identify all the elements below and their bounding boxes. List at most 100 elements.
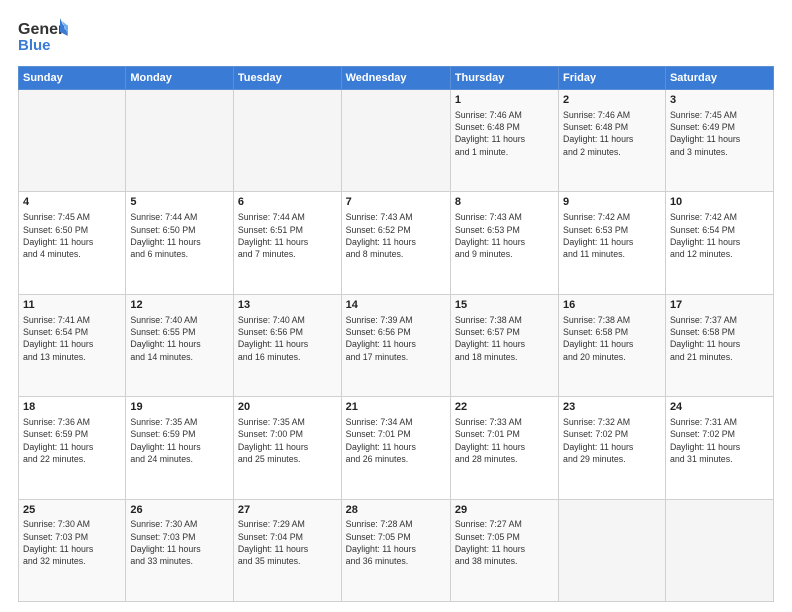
day-info: Sunrise: 7:40 AM Sunset: 6:55 PM Dayligh… [130,314,229,363]
calendar-cell: 2Sunrise: 7:46 AM Sunset: 6:48 PM Daylig… [559,90,666,192]
calendar-cell: 20Sunrise: 7:35 AM Sunset: 7:00 PM Dayli… [233,397,341,499]
col-header-tuesday: Tuesday [233,67,341,90]
calendar-cell: 26Sunrise: 7:30 AM Sunset: 7:03 PM Dayli… [126,499,234,601]
calendar-cell [341,90,450,192]
col-header-saturday: Saturday [665,67,773,90]
calendar-week-row: 18Sunrise: 7:36 AM Sunset: 6:59 PM Dayli… [19,397,774,499]
calendar-cell: 1Sunrise: 7:46 AM Sunset: 6:48 PM Daylig… [450,90,558,192]
calendar-cell: 3Sunrise: 7:45 AM Sunset: 6:49 PM Daylig… [665,90,773,192]
day-info: Sunrise: 7:43 AM Sunset: 6:52 PM Dayligh… [346,211,446,260]
calendar-cell [126,90,234,192]
calendar-cell: 9Sunrise: 7:42 AM Sunset: 6:53 PM Daylig… [559,192,666,294]
day-info: Sunrise: 7:39 AM Sunset: 6:56 PM Dayligh… [346,314,446,363]
day-number: 9 [563,195,661,210]
day-number: 5 [130,195,229,210]
day-info: Sunrise: 7:31 AM Sunset: 7:02 PM Dayligh… [670,416,769,465]
day-info: Sunrise: 7:45 AM Sunset: 6:49 PM Dayligh… [670,109,769,158]
day-number: 16 [563,298,661,313]
day-number: 23 [563,400,661,415]
day-number: 7 [346,195,446,210]
calendar-cell [559,499,666,601]
calendar-cell [233,90,341,192]
day-number: 2 [563,93,661,108]
calendar-cell: 24Sunrise: 7:31 AM Sunset: 7:02 PM Dayli… [665,397,773,499]
calendar-cell: 17Sunrise: 7:37 AM Sunset: 6:58 PM Dayli… [665,294,773,396]
calendar-cell: 10Sunrise: 7:42 AM Sunset: 6:54 PM Dayli… [665,192,773,294]
calendar-cell: 14Sunrise: 7:39 AM Sunset: 6:56 PM Dayli… [341,294,450,396]
calendar-cell: 19Sunrise: 7:35 AM Sunset: 6:59 PM Dayli… [126,397,234,499]
day-number: 24 [670,400,769,415]
calendar-cell: 18Sunrise: 7:36 AM Sunset: 6:59 PM Dayli… [19,397,126,499]
logo-svg: GeneralBlue [18,16,68,56]
calendar-week-row: 25Sunrise: 7:30 AM Sunset: 7:03 PM Dayli… [19,499,774,601]
calendar-header-row: SundayMondayTuesdayWednesdayThursdayFrid… [19,67,774,90]
calendar-cell: 16Sunrise: 7:38 AM Sunset: 6:58 PM Dayli… [559,294,666,396]
calendar-cell: 13Sunrise: 7:40 AM Sunset: 6:56 PM Dayli… [233,294,341,396]
day-number: 13 [238,298,337,313]
day-number: 15 [455,298,554,313]
calendar-week-row: 4Sunrise: 7:45 AM Sunset: 6:50 PM Daylig… [19,192,774,294]
day-info: Sunrise: 7:35 AM Sunset: 6:59 PM Dayligh… [130,416,229,465]
calendar-cell: 11Sunrise: 7:41 AM Sunset: 6:54 PM Dayli… [19,294,126,396]
day-info: Sunrise: 7:30 AM Sunset: 7:03 PM Dayligh… [23,518,121,567]
calendar-table: SundayMondayTuesdayWednesdayThursdayFrid… [18,66,774,602]
day-info: Sunrise: 7:42 AM Sunset: 6:54 PM Dayligh… [670,211,769,260]
calendar-cell: 7Sunrise: 7:43 AM Sunset: 6:52 PM Daylig… [341,192,450,294]
calendar-cell: 27Sunrise: 7:29 AM Sunset: 7:04 PM Dayli… [233,499,341,601]
day-number: 12 [130,298,229,313]
calendar-cell: 15Sunrise: 7:38 AM Sunset: 6:57 PM Dayli… [450,294,558,396]
day-number: 14 [346,298,446,313]
day-info: Sunrise: 7:40 AM Sunset: 6:56 PM Dayligh… [238,314,337,363]
page: GeneralBlue SundayMondayTuesdayWednesday… [0,0,792,612]
calendar-cell: 28Sunrise: 7:28 AM Sunset: 7:05 PM Dayli… [341,499,450,601]
col-header-friday: Friday [559,67,666,90]
day-number: 26 [130,503,229,518]
day-number: 18 [23,400,121,415]
svg-text:Blue: Blue [18,37,51,54]
day-info: Sunrise: 7:43 AM Sunset: 6:53 PM Dayligh… [455,211,554,260]
day-info: Sunrise: 7:34 AM Sunset: 7:01 PM Dayligh… [346,416,446,465]
calendar-cell: 29Sunrise: 7:27 AM Sunset: 7:05 PM Dayli… [450,499,558,601]
day-info: Sunrise: 7:46 AM Sunset: 6:48 PM Dayligh… [563,109,661,158]
day-number: 22 [455,400,554,415]
calendar-cell [665,499,773,601]
calendar-cell [19,90,126,192]
day-info: Sunrise: 7:32 AM Sunset: 7:02 PM Dayligh… [563,416,661,465]
day-info: Sunrise: 7:44 AM Sunset: 6:51 PM Dayligh… [238,211,337,260]
calendar-week-row: 11Sunrise: 7:41 AM Sunset: 6:54 PM Dayli… [19,294,774,396]
col-header-sunday: Sunday [19,67,126,90]
day-info: Sunrise: 7:29 AM Sunset: 7:04 PM Dayligh… [238,518,337,567]
day-info: Sunrise: 7:42 AM Sunset: 6:53 PM Dayligh… [563,211,661,260]
calendar-cell: 22Sunrise: 7:33 AM Sunset: 7:01 PM Dayli… [450,397,558,499]
day-info: Sunrise: 7:38 AM Sunset: 6:58 PM Dayligh… [563,314,661,363]
day-info: Sunrise: 7:45 AM Sunset: 6:50 PM Dayligh… [23,211,121,260]
calendar-cell: 4Sunrise: 7:45 AM Sunset: 6:50 PM Daylig… [19,192,126,294]
day-info: Sunrise: 7:33 AM Sunset: 7:01 PM Dayligh… [455,416,554,465]
day-info: Sunrise: 7:30 AM Sunset: 7:03 PM Dayligh… [130,518,229,567]
calendar-cell: 23Sunrise: 7:32 AM Sunset: 7:02 PM Dayli… [559,397,666,499]
day-number: 20 [238,400,337,415]
day-info: Sunrise: 7:44 AM Sunset: 6:50 PM Dayligh… [130,211,229,260]
day-number: 11 [23,298,121,313]
calendar-cell: 25Sunrise: 7:30 AM Sunset: 7:03 PM Dayli… [19,499,126,601]
day-number: 4 [23,195,121,210]
col-header-wednesday: Wednesday [341,67,450,90]
day-info: Sunrise: 7:28 AM Sunset: 7:05 PM Dayligh… [346,518,446,567]
day-number: 21 [346,400,446,415]
day-info: Sunrise: 7:37 AM Sunset: 6:58 PM Dayligh… [670,314,769,363]
col-header-thursday: Thursday [450,67,558,90]
calendar-cell: 12Sunrise: 7:40 AM Sunset: 6:55 PM Dayli… [126,294,234,396]
header: GeneralBlue [18,16,774,56]
day-number: 27 [238,503,337,518]
day-info: Sunrise: 7:41 AM Sunset: 6:54 PM Dayligh… [23,314,121,363]
day-info: Sunrise: 7:35 AM Sunset: 7:00 PM Dayligh… [238,416,337,465]
day-info: Sunrise: 7:36 AM Sunset: 6:59 PM Dayligh… [23,416,121,465]
calendar-week-row: 1Sunrise: 7:46 AM Sunset: 6:48 PM Daylig… [19,90,774,192]
day-number: 17 [670,298,769,313]
day-number: 1 [455,93,554,108]
day-info: Sunrise: 7:38 AM Sunset: 6:57 PM Dayligh… [455,314,554,363]
day-number: 6 [238,195,337,210]
calendar-cell: 8Sunrise: 7:43 AM Sunset: 6:53 PM Daylig… [450,192,558,294]
day-info: Sunrise: 7:46 AM Sunset: 6:48 PM Dayligh… [455,109,554,158]
day-number: 25 [23,503,121,518]
